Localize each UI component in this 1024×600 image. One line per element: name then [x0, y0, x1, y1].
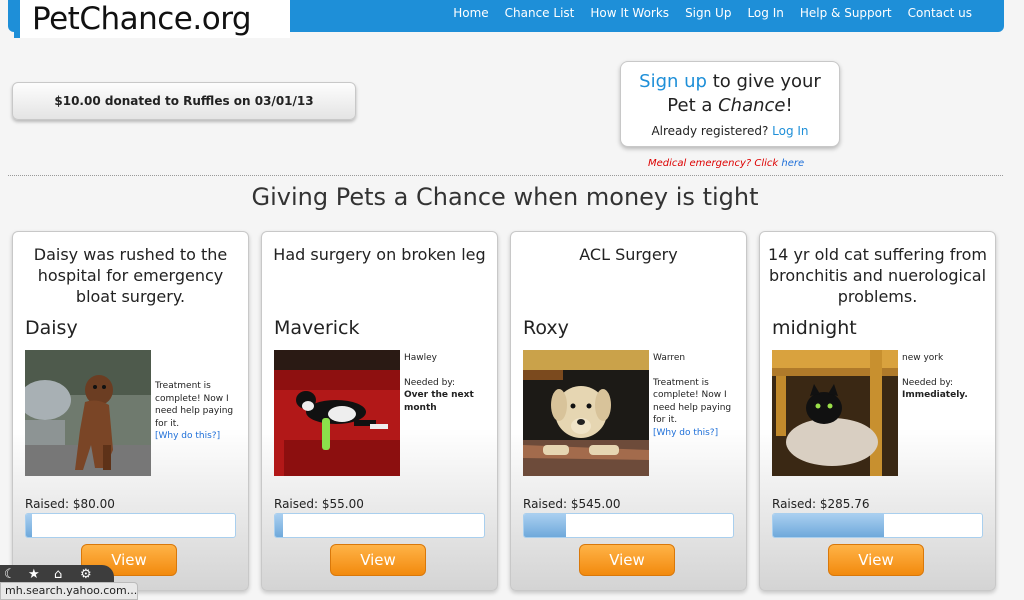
pet-name[interactable]: Daisy [25, 317, 78, 339]
needed-by-value: Over the next month [404, 390, 474, 413]
star-icon[interactable]: ★ [28, 567, 40, 582]
pet-info: new york Needed by: Immediately. [902, 352, 988, 402]
status-bar-url: mh.search.yahoo.com... [0, 582, 138, 600]
raised-amount: Raised: $545.00 [523, 497, 621, 511]
why-do-this-link[interactable]: [Why do this?] [155, 431, 220, 441]
view-button[interactable]: View [828, 544, 924, 576]
nav-chance-list[interactable]: Chance List [497, 0, 583, 26]
pet-photo[interactable] [523, 350, 649, 476]
emergency-text: Medical emergency? Click [648, 158, 782, 169]
pet-location: Warren [653, 353, 686, 363]
main-nav: Home Chance List How It Works Sign Up Lo… [445, 0, 980, 26]
pet-location: Hawley [404, 353, 438, 363]
site-logo[interactable]: PetChance.org [14, 0, 290, 38]
signup-box: Sign up to give your Pet a Chance! Alrea… [620, 61, 840, 147]
nav-contact-us[interactable]: Contact us [900, 0, 980, 26]
nav-help-support[interactable]: Help & Support [792, 0, 900, 26]
pet-info: Treatment is complete! Now I need help p… [155, 380, 241, 443]
signup-subline-pre: Pet a [667, 95, 719, 116]
pet-card-title: Had surgery on broken leg [273, 245, 486, 264]
emergency-here-link[interactable]: here [781, 158, 804, 169]
raised-amount: Raised: $55.00 [274, 497, 364, 511]
nav-log-in[interactable]: Log In [739, 0, 791, 26]
progress-fill [773, 514, 884, 537]
nav-sign-up[interactable]: Sign Up [677, 0, 739, 26]
view-button[interactable]: View [579, 544, 675, 576]
medical-emergency-notice: Medical emergency? Click here [648, 158, 804, 169]
progress-fill [26, 514, 33, 537]
login-link[interactable]: Log In [772, 124, 808, 138]
progress-fill [524, 514, 566, 537]
pet-photo[interactable] [274, 350, 400, 476]
page-tagline: Giving Pets a Chance when money is tight [251, 183, 759, 211]
needed-by-label: Needed by: [404, 377, 456, 388]
already-registered-text: Already registered? [651, 124, 773, 138]
pet-location: new york [902, 353, 944, 363]
progress-bar [772, 513, 983, 538]
why-do-this-link[interactable]: [Why do this?] [653, 428, 718, 438]
pet-card-maverick: Had surgery on broken leg Maverick Hawle… [261, 231, 498, 591]
signup-link[interactable]: Sign up [639, 71, 707, 92]
already-registered: Already registered? Log In [621, 124, 839, 138]
moon-icon[interactable]: ☾ [4, 567, 16, 582]
pet-card-title: Daisy was rushed to the hospital for eme… [33, 245, 228, 306]
progress-bar [25, 513, 236, 538]
pet-name[interactable]: Maverick [274, 317, 360, 339]
signup-headline-rest: to give your [706, 71, 821, 92]
pet-note: Treatment is complete! Now I need help p… [653, 377, 732, 426]
progress-fill [275, 514, 284, 537]
home-icon[interactable]: ⌂ [54, 567, 62, 582]
pet-photo[interactable] [25, 350, 151, 476]
dotted-divider [8, 175, 1003, 176]
needed-by-value: Immediately. [902, 390, 968, 400]
pet-info: Warren Treatment is complete! Now I need… [653, 352, 739, 439]
signup-subline: Pet a Chance! [621, 94, 839, 118]
progress-bar [523, 513, 734, 538]
pet-card-daisy: Daisy was rushed to the hospital for eme… [12, 231, 249, 591]
signup-subline-post: ! [785, 95, 793, 116]
pet-card-title: 14 yr old cat suffering from bronchitis … [768, 245, 987, 306]
nav-home[interactable]: Home [445, 0, 496, 26]
pet-name[interactable]: Roxy [523, 317, 569, 339]
raised-amount: Raised: $285.76 [772, 497, 870, 511]
nav-how-it-works[interactable]: How It Works [582, 0, 677, 26]
progress-bar [274, 513, 485, 538]
pet-card-midnight: 14 yr old cat suffering from bronchitis … [759, 231, 996, 591]
needed-by-label: Needed by: [902, 377, 954, 388]
raised-amount: Raised: $80.00 [25, 497, 115, 511]
donation-ticker: $10.00 donated to Ruffles on 03/01/13 [12, 82, 356, 120]
pet-note: Treatment is complete! Now I need help p… [155, 381, 234, 429]
pet-info: Hawley Needed by: Over the next month [404, 352, 490, 414]
signup-chance-word: Chance [718, 95, 786, 116]
pet-name[interactable]: midnight [772, 317, 857, 339]
pet-photo[interactable] [772, 350, 898, 476]
signup-headline: Sign up to give your [621, 70, 839, 94]
pet-card-title: ACL Surgery [579, 245, 678, 264]
view-button[interactable]: View [330, 544, 426, 576]
settings-icon[interactable]: ⚙ [80, 567, 92, 582]
pet-card-roxy: ACL Surgery Roxy Warren Treatment is com… [510, 231, 747, 591]
